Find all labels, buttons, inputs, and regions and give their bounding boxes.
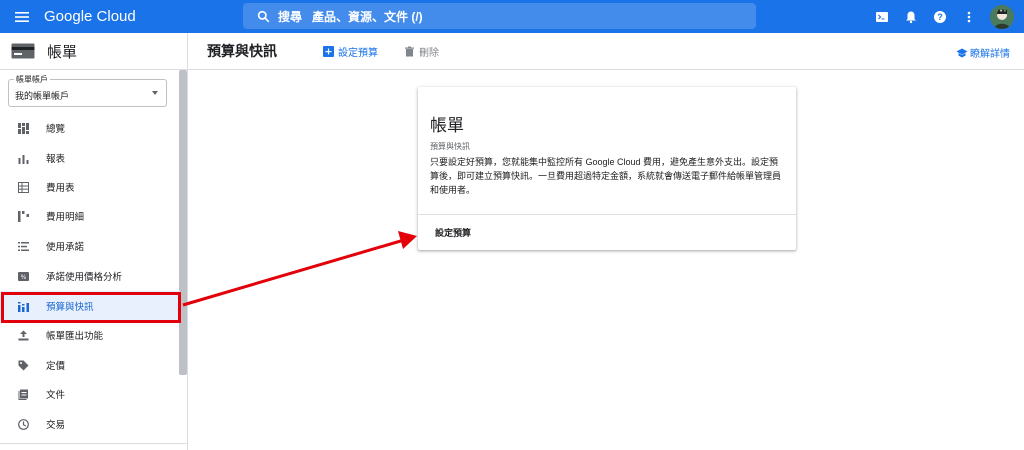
delete-label: 刪除 — [419, 47, 439, 59]
sidebar-item-billing-export[interactable]: 帳單匯出功能 — [0, 320, 180, 350]
card-divider — [418, 214, 796, 215]
trash-icon — [405, 46, 414, 56]
page-title: 預算與快訊 — [207, 43, 277, 59]
billing-account-label: 帳單帳戶 — [14, 74, 50, 85]
svg-text:%: % — [20, 274, 26, 281]
sidebar-scrollbar[interactable] — [179, 70, 187, 375]
main-menu-button[interactable] — [0, 0, 44, 33]
sidebar-item-reports[interactable]: 報表 — [0, 143, 180, 173]
create-budget-button[interactable]: 設定預算 — [323, 44, 378, 59]
sidebar-item-label: 總覽 — [46, 124, 66, 135]
search-placeholder: 產品、資源、文件 (/) — [312, 9, 423, 24]
search-icon — [257, 10, 270, 22]
billing-empty-state-card: 帳單 預算與快訊 只要設定好預算，您就能集中監控所有 Google Cloud … — [418, 87, 796, 250]
learn-more-link[interactable]: 瞭解詳情 — [956, 45, 1010, 60]
more-vert-icon — [967, 11, 971, 22]
documents-icon — [18, 389, 28, 400]
more-options-button[interactable] — [961, 9, 977, 25]
reports-icon — [18, 154, 28, 164]
billing-account-value: 我的帳單帳戶 — [15, 91, 70, 101]
overview-icon — [17, 122, 29, 134]
card-description: 只要設定好預算，您就能集中監控所有 Google Cloud 費用，避免產生意外… — [430, 157, 782, 195]
sidebar-item-label: 費用明細 — [46, 212, 85, 223]
sidebar-item-label: 報表 — [46, 154, 66, 165]
sidebar-item-label: 定價 — [46, 361, 66, 372]
pricing-tag-icon — [18, 360, 28, 370]
terminal-icon — [876, 11, 888, 22]
card-title: 帳單 — [430, 116, 464, 135]
sidebar-item-label: 費用表 — [46, 183, 75, 194]
sidebar-item-cost-breakdown[interactable]: 費用明細 — [0, 201, 180, 231]
create-budget-label: 設定預算 — [338, 47, 378, 59]
card-create-budget-button[interactable]: 設定預算 — [435, 226, 471, 239]
svg-text:?: ? — [937, 12, 943, 22]
learn-more-label: 瞭解詳情 — [970, 49, 1010, 60]
sidebar-item-commitment-analysis[interactable]: % 承諾使用價格分析 — [0, 261, 180, 291]
commitments-icon — [17, 241, 29, 251]
sidebar-divider — [0, 443, 188, 444]
chevron-down-icon — [152, 91, 158, 95]
account-avatar[interactable] — [990, 4, 1014, 29]
cost-table-icon — [17, 181, 29, 193]
page-header: 預算與快訊 設定預算 刪除 瞭解詳情 — [188, 33, 1024, 70]
transactions-icon — [17, 418, 29, 430]
avatar-image-icon — [990, 4, 1014, 29]
sidebar-item-overview[interactable]: 總覽 — [0, 113, 180, 143]
add-box-icon — [323, 45, 334, 57]
notifications-button[interactable] — [903, 9, 919, 25]
delete-button[interactable]: 刪除 — [404, 44, 439, 59]
cost-breakdown-icon — [17, 210, 29, 222]
bell-icon — [906, 11, 916, 23]
sidebar-item-documents[interactable]: 文件 — [0, 379, 180, 409]
sidebar-item-label: 文件 — [46, 390, 66, 401]
billing-title: 帳單 — [47, 43, 78, 61]
annotation-highlight-box — [1, 292, 181, 323]
billing-card-icon — [11, 43, 35, 59]
school-cap-icon — [956, 48, 968, 57]
sidebar-item-pricing[interactable]: 定價 — [0, 350, 180, 380]
commitment-analysis-icon: % — [17, 271, 29, 281]
search-label: 搜尋 — [278, 9, 303, 24]
sidebar-item-label: 帳單匯出功能 — [46, 331, 104, 342]
hamburger-menu-icon — [15, 11, 29, 22]
help-button[interactable]: ? — [932, 9, 948, 25]
sidebar-item-transactions[interactable]: 交易 — [0, 409, 180, 439]
export-icon — [18, 330, 28, 340]
billing-account-select[interactable]: 帳單帳戶 我的帳單帳戶 — [8, 74, 167, 107]
google-cloud-logo[interactable]: Google Cloud — [44, 8, 136, 25]
cloud-shell-button[interactable] — [874, 9, 890, 25]
card-subtitle: 預算與快訊 — [430, 142, 470, 151]
help-icon: ? — [934, 10, 946, 23]
sidebar-item-label: 交易 — [46, 420, 66, 431]
search-bar[interactable]: 搜尋 產品、資源、文件 (/) — [243, 3, 756, 29]
sidebar-item-label: 使用承諾 — [46, 242, 85, 253]
sidebar-item-commitments[interactable]: 使用承諾 — [0, 231, 180, 261]
sidebar-item-cost-table[interactable]: 費用表 — [0, 172, 180, 202]
top-app-bar: Google Cloud 搜尋 產品、資源、文件 (/) ? — [0, 0, 1024, 33]
billing-header: 帳單 — [0, 33, 188, 70]
sidebar-item-label: 承諾使用價格分析 — [46, 272, 123, 283]
